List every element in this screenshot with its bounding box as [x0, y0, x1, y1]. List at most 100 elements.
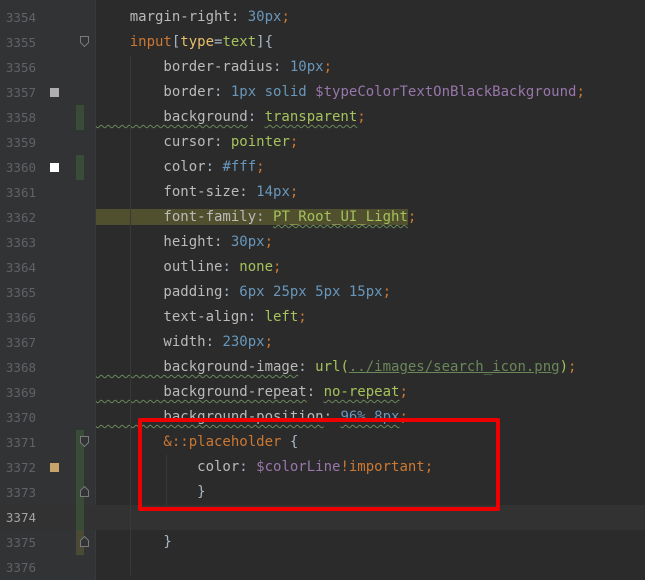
code-token: height: [96, 234, 215, 250]
code-token: :: [214, 84, 231, 100]
code-text[interactable]: background-image: url(../images/search_i…: [96, 355, 576, 380]
code-text[interactable]: height: 30px;: [96, 230, 273, 255]
code-token: 30px: [230, 234, 265, 250]
code-line[interactable]: 3356 border-radius: 10px;: [0, 55, 645, 80]
code-token: :: [298, 359, 316, 375]
line-number: 3366: [5, 310, 36, 325]
color-preview-marker[interactable]: [50, 163, 59, 172]
code-token: ;: [298, 309, 307, 325]
color-preview-marker[interactable]: [50, 463, 59, 472]
code-line[interactable]: 3364 outline: none;: [0, 255, 645, 280]
line-number: 3360: [5, 160, 36, 175]
code-token: ../images/search_icon.png: [348, 359, 560, 375]
code-token: ]{: [256, 34, 274, 50]
code-text[interactable]: border: 1px solid $typeColorTextOnBlackB…: [96, 80, 585, 105]
fold-open-icon[interactable]: [80, 36, 89, 47]
code-token: :: [222, 259, 240, 275]
code-line[interactable]: 3368 background-image: url(../images/sea…: [0, 355, 645, 380]
code-token: url(: [315, 359, 349, 375]
code-token: input: [96, 34, 172, 50]
code-line[interactable]: 3363 height: 30px;: [0, 230, 645, 255]
code-token: }: [96, 534, 172, 550]
code-text[interactable]: margin-right: 30px;: [96, 5, 290, 30]
code-text[interactable]: }: [96, 530, 172, 555]
code-token: ;: [264, 234, 274, 250]
code-token: :: [214, 134, 231, 150]
line-number: 3361: [5, 185, 36, 200]
line-number: 3368: [5, 360, 36, 375]
line-number: 3371: [5, 435, 36, 450]
code-token: border: [96, 84, 215, 100]
annotation-highlight-box: [138, 418, 500, 511]
code-token: left: [264, 309, 299, 325]
code-text[interactable]: color: #fff;: [96, 155, 264, 180]
code-token: ;: [273, 259, 282, 275]
code-text[interactable]: background: transparent;: [96, 105, 365, 130]
code-text[interactable]: font-size: 14px;: [96, 180, 298, 205]
code-line[interactable]: 3376: [0, 555, 645, 580]
code-text[interactable]: font-family: PT_Root_UI_Light;: [96, 205, 416, 230]
code-line[interactable]: 3366 text-align: left;: [0, 305, 645, 330]
code-token: outline: [96, 259, 223, 275]
line-number: 3373: [5, 485, 36, 500]
code-token: :: [214, 234, 231, 250]
code-token: cursor: [96, 134, 215, 150]
line-number: 3358: [5, 110, 36, 125]
code-token: 1px solid: [230, 84, 316, 100]
code-line[interactable]: 3357 border: 1px solid $typeColorTextOnB…: [0, 80, 645, 105]
vcs-change-marker[interactable]: [76, 105, 84, 130]
code-token: border-radius: [96, 59, 274, 75]
fold-close-icon[interactable]: [80, 486, 89, 497]
vcs-change-marker[interactable]: [76, 505, 84, 530]
line-number: 3372: [5, 460, 36, 475]
code-token: font-family: [96, 209, 257, 225]
code-token: transparent: [264, 109, 358, 125]
code-text[interactable]: border-radius: 10px;: [96, 55, 332, 80]
code-line[interactable]: 3375 }: [0, 530, 645, 555]
code-text[interactable]: text-align: left;: [96, 305, 307, 330]
code-token: 10px: [289, 59, 324, 75]
code-token: background-repeat: [96, 384, 307, 400]
code-line[interactable]: 3355 input[type=text]{: [0, 30, 645, 55]
code-token: :: [230, 9, 248, 25]
code-text[interactable]: padding: 6px 25px 5px 15px;: [96, 280, 391, 305]
code-token: padding: [96, 284, 223, 300]
code-token: #fff: [222, 159, 257, 175]
code-text[interactable]: outline: none;: [96, 255, 281, 280]
code-token: :: [306, 384, 324, 400]
code-text[interactable]: cursor: pointer;: [96, 130, 298, 155]
code-token: ;: [382, 284, 392, 300]
code-line[interactable]: 3361 font-size: 14px;: [0, 180, 645, 205]
code-token: width: [96, 334, 206, 350]
code-text[interactable]: background-repeat: no-repeat;: [96, 380, 407, 405]
code-line[interactable]: 3365 padding: 6px 25px 5px 15px;: [0, 280, 645, 305]
line-number: 3374: [5, 510, 36, 525]
line-number: 3369: [5, 385, 36, 400]
line-number: 3370: [5, 410, 36, 425]
code-token: ;: [281, 9, 290, 25]
code-token: ;: [289, 184, 299, 200]
code-token: background-image: [96, 359, 299, 375]
color-preview-marker[interactable]: [50, 88, 59, 97]
code-token: ;: [576, 84, 585, 100]
code-token: type: [180, 34, 215, 50]
code-line[interactable]: 3354 margin-right: 30px;: [0, 5, 645, 30]
code-line[interactable]: 3358 background: transparent;: [0, 105, 645, 130]
code-token: :: [256, 209, 274, 225]
code-line[interactable]: 3362 font-family: PT_Root_UI_Light;: [0, 205, 645, 230]
fold-close-icon[interactable]: [80, 536, 89, 547]
line-number: 3363: [5, 235, 36, 250]
code-token: background: [96, 109, 248, 125]
line-number: 3354: [5, 10, 36, 25]
code-token: pointer: [230, 134, 290, 150]
code-line[interactable]: 3369 background-repeat: no-repeat;: [0, 380, 645, 405]
fold-open-icon[interactable]: [80, 436, 89, 447]
code-text[interactable]: input[type=text]{: [96, 30, 273, 55]
code-line[interactable]: 3360 color: #fff;: [0, 155, 645, 180]
code-text[interactable]: width: 230px;: [96, 330, 273, 355]
code-line[interactable]: 3359 cursor: pointer;: [0, 130, 645, 155]
vcs-change-marker[interactable]: [76, 155, 84, 180]
code-token: :: [273, 59, 290, 75]
vcs-change-marker[interactable]: [76, 455, 84, 480]
code-line[interactable]: 3367 width: 230px;: [0, 330, 645, 355]
